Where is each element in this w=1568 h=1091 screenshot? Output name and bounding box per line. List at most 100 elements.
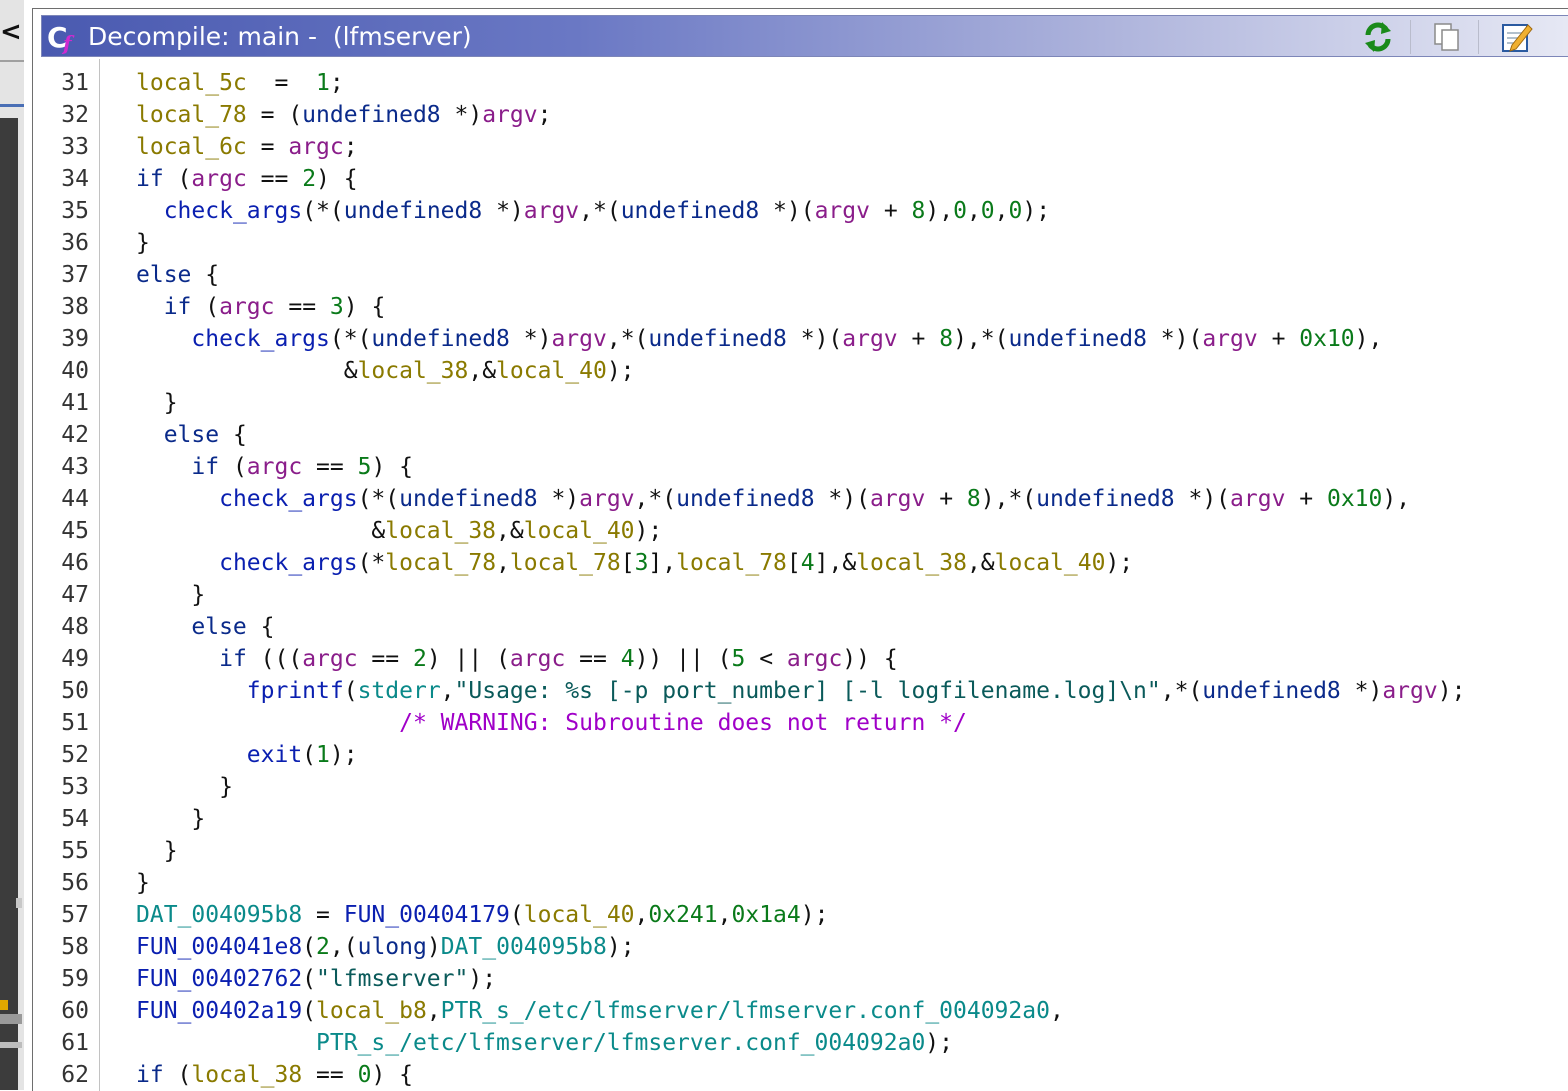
code-text[interactable]: if (argc == 2) { <box>136 163 358 195</box>
code-token[interactable]: = <box>247 70 316 96</box>
code-token[interactable]: argc <box>302 646 357 672</box>
code-token[interactable]: } <box>136 230 150 256</box>
code-token[interactable]: argv <box>524 198 579 224</box>
code-token[interactable]: ,*( <box>1161 678 1203 704</box>
code-token[interactable]: ( <box>302 966 316 992</box>
code-token[interactable]: < <box>745 646 787 672</box>
code-token[interactable]: ) <box>427 934 441 960</box>
edit-icon[interactable] <box>1498 19 1534 55</box>
code-token[interactable]: == <box>565 646 620 672</box>
code-token[interactable]: undefined8 <box>1008 326 1146 352</box>
decompiler-title-bar[interactable]: C f Decompile: main - (lfmserver) <box>41 15 1568 57</box>
code-text[interactable]: } <box>136 387 178 419</box>
code-token[interactable]: local_5c <box>136 70 247 96</box>
code-token[interactable]: else <box>191 614 246 640</box>
code-token[interactable] <box>136 614 191 640</box>
code-token[interactable]: , <box>995 198 1009 224</box>
code-token[interactable]: if <box>136 166 164 192</box>
code-token[interactable]: if <box>219 646 247 672</box>
code-token[interactable]: FUN_004041e8 <box>136 934 302 960</box>
code-text[interactable]: check_args(*(undefined8 *)argv,*(undefin… <box>136 195 1050 227</box>
code-token[interactable]: ); <box>801 902 829 928</box>
code-token[interactable]: argv <box>1230 486 1285 512</box>
code-token[interactable]: argc <box>247 454 302 480</box>
code-token[interactable] <box>136 742 247 768</box>
code-token[interactable]: argc <box>219 294 274 320</box>
code-token[interactable]: ); <box>1438 678 1466 704</box>
code-token[interactable]: exit <box>247 742 302 768</box>
code-text[interactable]: } <box>136 227 150 259</box>
code-token[interactable]: ) { <box>371 1062 413 1088</box>
code-token[interactable]: )) { <box>842 646 897 672</box>
code-token[interactable] <box>136 294 164 320</box>
code-token[interactable]: ,*( <box>579 198 621 224</box>
adjacent-scrollbar[interactable] <box>0 118 18 1090</box>
code-token[interactable]: ( <box>302 998 316 1024</box>
code-token[interactable]: 4 <box>621 646 635 672</box>
code-token[interactable]: , <box>427 998 441 1024</box>
code-text[interactable]: DAT_004095b8 = FUN_00404179(local_40,0x2… <box>136 899 828 931</box>
code-token[interactable]: [ <box>621 550 635 576</box>
code-text[interactable]: if (argc == 5) { <box>136 451 413 483</box>
code-token[interactable]: undefined8 <box>676 486 814 512</box>
code-token[interactable]: ), <box>925 198 953 224</box>
code-token[interactable]: (*( <box>330 326 372 352</box>
code-text[interactable]: if (local_38 == 0) { <box>136 1059 413 1091</box>
code-token[interactable]: ( <box>164 166 192 192</box>
code-token[interactable]: argv <box>815 198 870 224</box>
code-token[interactable]: ( <box>302 934 316 960</box>
code-token[interactable] <box>136 454 191 480</box>
code-token[interactable]: ,& <box>967 550 995 576</box>
code-token[interactable]: == <box>302 1062 357 1088</box>
code-token[interactable]: ( <box>510 902 524 928</box>
code-token[interactable]: argv <box>1202 326 1257 352</box>
code-token[interactable]: } <box>136 838 178 864</box>
code-token[interactable]: ( <box>219 454 247 480</box>
code-token[interactable]: ( <box>191 294 219 320</box>
code-token[interactable]: local_40 <box>496 358 607 384</box>
code-token[interactable]: , <box>718 902 732 928</box>
code-token[interactable]: ); <box>607 934 635 960</box>
code-text[interactable]: FUN_004041e8(2,(ulong)DAT_004095b8); <box>136 931 635 963</box>
code-token[interactable]: *)( <box>815 486 870 512</box>
code-token[interactable]: DAT_004095b8 <box>441 934 607 960</box>
code-token[interactable]: if <box>164 294 192 320</box>
code-token[interactable]: ( <box>344 678 358 704</box>
code-token[interactable]: 0x241 <box>648 902 717 928</box>
code-token[interactable]: *) <box>1341 678 1383 704</box>
code-token[interactable]: 1 <box>316 742 330 768</box>
code-token[interactable]: ) || ( <box>427 646 510 672</box>
code-token[interactable]: } <box>136 774 233 800</box>
code-text[interactable]: &local_38,&local_40); <box>136 355 635 387</box>
code-text[interactable]: fprintf(stderr,"Usage: %s [-p port_numbe… <box>136 675 1466 707</box>
code-token[interactable]: ); <box>925 1030 953 1056</box>
code-token[interactable] <box>136 326 191 352</box>
code-token[interactable]: local_40 <box>995 550 1106 576</box>
code-token[interactable]: , <box>1050 998 1064 1024</box>
code-token[interactable]: ,& <box>468 358 496 384</box>
code-token[interactable]: + <box>898 326 940 352</box>
code-token[interactable]: ,*( <box>607 326 649 352</box>
code-token[interactable]: *) <box>538 486 579 512</box>
code-token[interactable]: local_78 <box>136 102 247 128</box>
code-text[interactable]: if (((argc == 2) || (argc == 4)) || (5 <… <box>136 643 898 675</box>
code-token[interactable]: argv <box>1382 678 1437 704</box>
code-token[interactable]: local_40 <box>524 518 635 544</box>
code-token[interactable]: undefined8 <box>371 326 509 352</box>
code-token[interactable]: ulong <box>358 934 427 960</box>
code-token[interactable]: argc <box>787 646 842 672</box>
code-token[interactable]: ); <box>468 966 496 992</box>
code-token[interactable]: check_args <box>164 198 302 224</box>
code-token[interactable]: 8 <box>912 198 926 224</box>
code-token[interactable]: argv <box>842 326 897 352</box>
code-token[interactable]: [ <box>787 550 801 576</box>
code-token[interactable] <box>136 710 399 736</box>
code-token[interactable]: if <box>191 454 219 480</box>
collapse-chevron-icon[interactable]: < <box>0 12 22 52</box>
code-token[interactable]: ; <box>330 70 344 96</box>
code-token[interactable]: fprintf <box>247 678 344 704</box>
code-token[interactable]: local_38 <box>856 550 967 576</box>
code-token[interactable] <box>136 486 219 512</box>
code-token[interactable]: local_b8 <box>316 998 427 1024</box>
code-token[interactable]: ) { <box>344 294 386 320</box>
